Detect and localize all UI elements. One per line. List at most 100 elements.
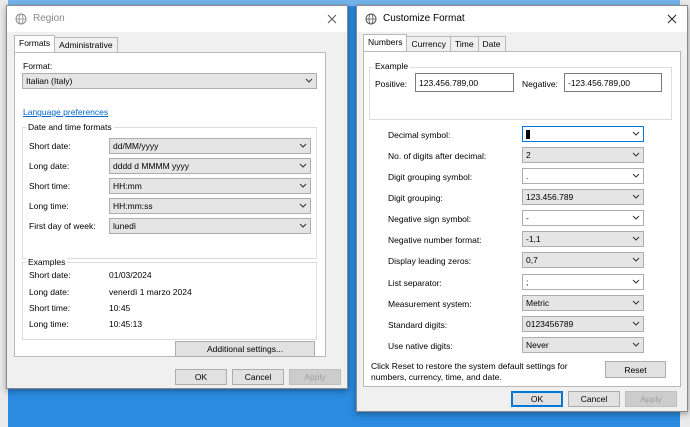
tab-time[interactable]: Time	[449, 36, 479, 51]
native-digits-dropdown[interactable]: Never	[522, 337, 644, 353]
short-time-dropdown[interactable]: HH:mm	[109, 178, 311, 194]
region-title: Region	[33, 13, 65, 24]
field-label: Long date:	[29, 161, 70, 171]
tab-numbers[interactable]: Numbers	[363, 34, 408, 51]
long-time-dropdown[interactable]: HH:mm:ss	[109, 198, 311, 214]
region-cancel-button[interactable]: Cancel	[232, 369, 284, 385]
datetime-group-title: Date and time formats	[26, 122, 114, 132]
measurement-system-value: Metric	[526, 298, 550, 308]
chevron-down-icon	[632, 194, 640, 199]
chevron-down-icon	[299, 163, 307, 168]
negative-sign-dropdown[interactable]: -	[522, 210, 644, 226]
digit-grouping-symbol-dropdown[interactable]: .	[522, 168, 644, 184]
language-preferences-link[interactable]: Language preferences	[23, 107, 108, 117]
chevron-down-icon	[305, 78, 313, 83]
example-value: 10:45	[109, 303, 131, 313]
long-date-value: dddd d MMMM yyyy	[113, 161, 190, 171]
setting-label: No. of digits after decimal:	[388, 151, 487, 161]
customize-cancel-button[interactable]: Cancel	[568, 391, 620, 407]
long-time-value: HH:mm:ss	[113, 201, 153, 211]
example-value: 01/03/2024	[109, 270, 152, 280]
positive-example-field: 123.456.789,00	[415, 73, 514, 92]
long-date-dropdown[interactable]: dddd d MMMM yyyy	[109, 158, 311, 174]
first-day-value: lunedì	[113, 221, 137, 231]
digit-grouping-dropdown[interactable]: 123.456.789	[522, 189, 644, 205]
reset-button[interactable]: Reset	[605, 361, 666, 378]
positive-label: Positive:	[375, 79, 408, 89]
customize-titlebar[interactable]: Customize Format	[357, 6, 687, 32]
customize-globe-icon	[365, 13, 377, 25]
customize-tabs: Numbers Currency Time Date	[363, 34, 506, 51]
customize-format-window: Customize Format Numbers Currency Time D…	[356, 5, 688, 412]
reset-note-line-1: Click Reset to restore the system defaul…	[371, 361, 568, 371]
decimal-symbol-dropdown[interactable]	[522, 126, 644, 142]
region-window: Region Formats Administrative Format: It…	[6, 5, 348, 389]
format-dropdown[interactable]: Italian (Italy)	[22, 73, 317, 89]
region-globe-icon	[15, 13, 27, 25]
native-digits-value: Never	[526, 340, 549, 350]
setting-label: Standard digits:	[388, 320, 448, 330]
tab-currency[interactable]: Currency	[406, 36, 451, 51]
digit-grouping-symbol-value: .	[526, 171, 529, 181]
chevron-down-icon	[632, 257, 640, 262]
standard-digits-value: 0123456789	[526, 319, 574, 329]
customize-ok-button[interactable]: OK	[511, 391, 563, 407]
negative-label: Negative:	[522, 79, 558, 89]
chevron-down-icon	[632, 279, 640, 284]
tab-administrative[interactable]: Administrative	[54, 37, 118, 52]
tab-formats[interactable]: Formats	[14, 35, 56, 52]
text-cursor	[526, 130, 530, 140]
example-label: Short date:	[29, 270, 71, 280]
negative-example-field: -123.456.789,00	[564, 73, 662, 92]
chevron-down-icon	[632, 300, 640, 305]
field-label: Long time:	[29, 201, 69, 211]
field-label: Short time:	[29, 181, 71, 191]
field-label: Short date:	[29, 141, 71, 151]
close-icon	[667, 14, 677, 24]
customize-title: Customize Format	[383, 13, 465, 24]
region-apply-button[interactable]: Apply	[289, 369, 341, 385]
field-label: First day of week:	[29, 221, 96, 231]
setting-label: Measurement system:	[388, 299, 472, 309]
short-date-dropdown[interactable]: dd/MM/yyyy	[109, 138, 311, 154]
first-day-dropdown[interactable]: lunedì	[109, 218, 311, 234]
reset-note-line-2: numbers, currency, time, and date.	[371, 372, 502, 382]
short-time-value: HH:mm	[113, 181, 142, 191]
setting-label: Digit grouping:	[388, 193, 443, 203]
digits-after-decimal-value: 2	[526, 150, 531, 160]
setting-label: List separator:	[388, 278, 442, 288]
chevron-down-icon	[299, 143, 307, 148]
setting-label: Display leading zeros:	[388, 256, 472, 266]
short-date-value: dd/MM/yyyy	[113, 141, 159, 151]
additional-settings-button[interactable]: Additional settings...	[175, 341, 315, 357]
format-dropdown-value: Italian (Italy)	[26, 76, 73, 86]
customize-apply-button[interactable]: Apply	[625, 391, 677, 407]
example-label: Long date:	[29, 287, 70, 297]
chevron-down-icon	[632, 152, 640, 157]
tab-date[interactable]: Date	[477, 36, 506, 51]
chevron-down-icon	[632, 173, 640, 178]
chevron-down-icon	[632, 321, 640, 326]
chevron-down-icon	[299, 223, 307, 228]
setting-label: Digit grouping symbol:	[388, 172, 473, 182]
list-separator-value: ;	[526, 277, 529, 287]
setting-label: Negative sign symbol:	[388, 214, 472, 224]
standard-digits-dropdown[interactable]: 0123456789	[522, 316, 644, 332]
negative-number-format-dropdown[interactable]: -1,1	[522, 231, 644, 247]
example-label: Long time:	[29, 319, 69, 329]
region-titlebar[interactable]: Region	[7, 6, 347, 32]
leading-zeros-value: 0,7	[526, 255, 538, 265]
list-separator-dropdown[interactable]: ;	[522, 274, 644, 290]
leading-zeros-dropdown[interactable]: 0,7	[522, 252, 644, 268]
measurement-system-dropdown[interactable]: Metric	[522, 295, 644, 311]
customize-close-button[interactable]	[657, 6, 687, 32]
digits-after-decimal-dropdown[interactable]: 2	[522, 147, 644, 163]
chevron-down-icon	[299, 203, 307, 208]
example-value: 10:45:13	[109, 319, 143, 329]
negative-sign-value: -	[526, 213, 529, 223]
chevron-down-icon	[632, 131, 640, 136]
chevron-down-icon	[632, 215, 640, 220]
region-close-button[interactable]	[317, 6, 347, 32]
region-ok-button[interactable]: OK	[175, 369, 227, 385]
close-icon	[327, 14, 337, 24]
